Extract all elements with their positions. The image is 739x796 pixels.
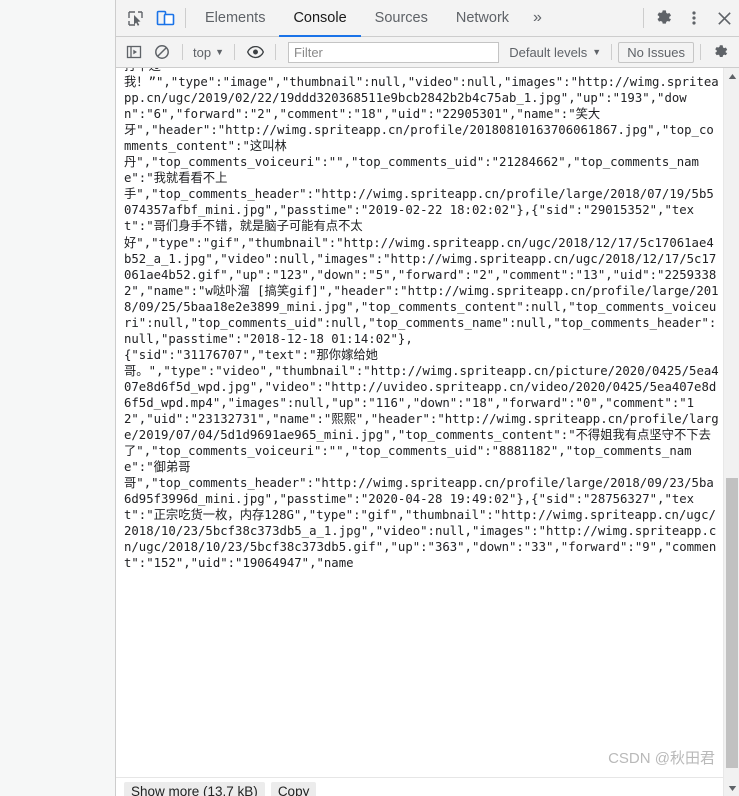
filterbar-divider-2 — [234, 44, 235, 60]
scroll-down-arrow-icon[interactable] — [724, 780, 739, 796]
filterbar-divider-5 — [700, 44, 701, 60]
clear-console-icon[interactable] — [148, 39, 176, 65]
tab-sources[interactable]: Sources — [361, 0, 442, 36]
chevron-down-icon: ▼ — [215, 46, 224, 57]
console-log-message[interactable]: 打不过 我！”","type":"image","thumbnail":null… — [116, 68, 723, 572]
devtools-screenshot: Elements Console Sources Network » top ▼… — [0, 0, 739, 796]
kebab-menu-icon[interactable] — [679, 0, 709, 36]
gear-icon[interactable] — [707, 39, 735, 65]
device-toolbar-icon[interactable] — [150, 0, 180, 36]
tab-elements-label: Elements — [205, 10, 266, 26]
filter-input[interactable] — [288, 41, 500, 63]
console-message-area: 打不过 我！”","type":"image","thumbnail":null… — [116, 68, 739, 796]
log-level-selector[interactable]: Default levels ▼ — [505, 45, 605, 60]
devtools-tabstrip: Elements Console Sources Network » — [116, 0, 739, 37]
console-scrollbar[interactable] — [723, 68, 739, 796]
issues-label: No Issues — [627, 44, 685, 60]
tabstrip-spacer — [552, 0, 638, 36]
filterbar-divider-4 — [611, 44, 613, 60]
console-filter-toolbar: top ▼ Default levels ▼ No Issues — [116, 37, 739, 68]
filterbar-divider-1 — [182, 44, 183, 60]
execute-snippet-icon[interactable] — [120, 39, 148, 65]
tabstrip-right-actions — [638, 0, 739, 36]
more-tabs-button[interactable]: » — [523, 0, 552, 36]
inspect-cursor-icon[interactable] — [120, 0, 150, 36]
issues-button[interactable]: No Issues — [618, 41, 694, 63]
tab-sources-label: Sources — [374, 10, 428, 26]
more-tabs-label: » — [533, 9, 542, 26]
show-more-button[interactable]: Show more (13.7 kB) — [124, 782, 265, 796]
tab-console[interactable]: Console — [279, 0, 361, 37]
scroll-up-arrow-icon[interactable] — [724, 68, 739, 84]
tabstrip-divider-left — [185, 8, 186, 28]
close-icon[interactable] — [709, 0, 739, 36]
tabstrip-divider-right — [643, 8, 644, 28]
tab-network-label: Network — [455, 10, 510, 26]
copy-button[interactable]: Copy — [270, 782, 317, 796]
execution-context-label: top — [193, 44, 212, 60]
tab-network[interactable]: Network — [442, 0, 523, 36]
filterbar-divider-3 — [275, 44, 276, 60]
tab-console-label: Console — [293, 10, 347, 26]
console-bottom-divider — [116, 777, 739, 778]
scrollbar-thumb[interactable] — [726, 478, 738, 768]
gear-icon[interactable] — [649, 0, 679, 36]
panel-tabs: Elements Console Sources Network » — [191, 0, 552, 37]
tab-elements[interactable]: Elements — [191, 0, 279, 36]
live-expression-icon[interactable] — [241, 39, 269, 65]
page-backdrop — [0, 0, 115, 796]
console-message-actions: Show more (13.7 kB) Copy — [124, 782, 317, 796]
log-level-label: Default levels — [509, 44, 588, 60]
execution-context-selector[interactable]: top ▼ — [189, 45, 228, 60]
chevron-down-icon: ▼ — [592, 46, 602, 57]
devtools-panel: Elements Console Sources Network » top ▼… — [115, 0, 739, 796]
console-scrollport: 打不过 我！”","type":"image","thumbnail":null… — [116, 68, 723, 796]
